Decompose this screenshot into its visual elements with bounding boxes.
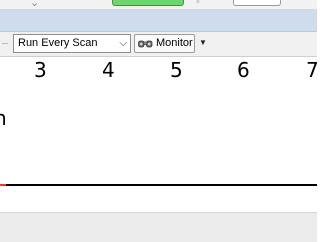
toolbar-icon-partial[interactable]: ⌄ <box>30 0 39 9</box>
scan-mode-select[interactable]: Run Every Scan ⌵ <box>13 34 131 53</box>
toolbar-icon-partial-2[interactable]: ◦ <box>196 0 200 8</box>
scan-mode-value: Run Every Scan <box>18 37 98 49</box>
timeline-marker[interactable] <box>0 184 6 186</box>
timeline-track <box>0 184 317 186</box>
ruler-tick: 3 <box>34 58 47 82</box>
dropdown-arrow-icon[interactable]: ▼ <box>199 38 207 47</box>
time-ruler: 3 4 5 6 7 <box>0 57 317 83</box>
header-band <box>0 10 317 32</box>
monitor-button-label: Monitor <box>156 37 193 49</box>
row-label-partial: n <box>0 106 7 130</box>
window: ⌄ ◦ Run Every Scan ⌵ Monitor ▼ 3 4 5 6 7… <box>0 0 317 242</box>
top-toolbar: ⌄ ◦ <box>0 0 317 10</box>
toolbar-grip[interactable] <box>2 43 8 44</box>
bottom-panel <box>0 212 317 242</box>
ruler-tick: 4 <box>102 58 115 82</box>
ruler-tick: 5 <box>170 58 183 82</box>
monitor-button[interactable]: Monitor <box>134 34 195 53</box>
ruler-tick: 7 <box>306 58 317 82</box>
ruler-tick: 6 <box>237 58 250 82</box>
binoculars-icon <box>138 40 153 48</box>
chevron-down-icon[interactable]: ⌵ <box>119 35 127 52</box>
monitor-toolbar: Run Every Scan ⌵ Monitor ▼ <box>0 32 317 57</box>
run-status-button[interactable] <box>112 0 184 6</box>
toolbar-field[interactable] <box>233 0 281 6</box>
